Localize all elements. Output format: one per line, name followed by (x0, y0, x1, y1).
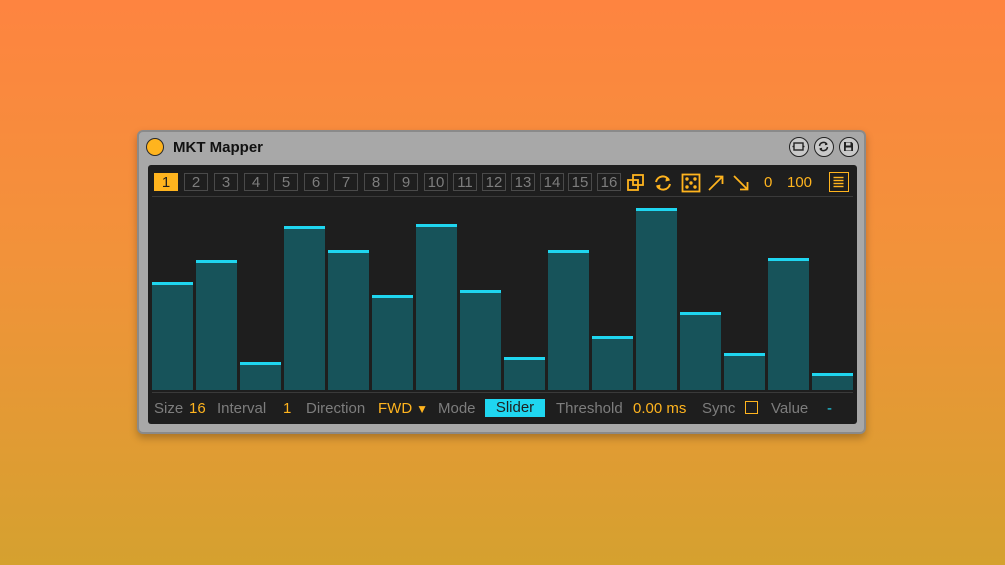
slot-6[interactable]: 6 (304, 173, 328, 191)
slot-13[interactable]: 13 (511, 173, 535, 191)
footer-divider (152, 392, 853, 393)
step-bar-8[interactable] (460, 290, 501, 390)
step-bar-4[interactable] (284, 226, 325, 390)
ramp-up-icon[interactable] (706, 173, 726, 193)
slot-10[interactable]: 10 (424, 173, 448, 191)
step-bars[interactable] (152, 200, 853, 390)
slot-15[interactable]: 15 (568, 173, 592, 191)
value-label: Value (771, 400, 809, 417)
step-bar-9[interactable] (504, 357, 545, 390)
step-bar-5[interactable] (328, 250, 369, 390)
step-bar-13[interactable] (680, 312, 721, 390)
slot-8[interactable]: 8 (364, 173, 388, 191)
interval-label: Interval (217, 400, 267, 417)
slot-5[interactable]: 5 (274, 173, 298, 191)
chevron-down-icon: ▼ (416, 402, 429, 416)
step-bar-cap (240, 362, 281, 365)
menu-icon[interactable] (829, 172, 849, 192)
max-value[interactable]: 100 (787, 174, 812, 191)
step-bar-cap (504, 357, 545, 360)
step-bar-7[interactable] (416, 224, 457, 390)
step-bar-cap (284, 226, 325, 229)
slot-4[interactable]: 4 (244, 173, 268, 191)
step-bar-cap (328, 250, 369, 253)
mkt-mapper-device: MKT Mapper 1 2 3 4 5 6 7 8 9 10 11 12 13… (137, 130, 866, 434)
threshold-label: Threshold (556, 400, 623, 417)
sequencer-panel: 1 2 3 4 5 6 7 8 9 10 11 12 13 14 15 16 0… (148, 165, 857, 424)
step-bar-cap (152, 282, 193, 285)
step-bar-cap (548, 250, 589, 253)
slot-11[interactable]: 11 (453, 173, 477, 191)
slot-toolbar: 1 2 3 4 5 6 7 8 9 10 11 12 13 14 15 16 0… (154, 171, 851, 193)
copy-icon[interactable] (626, 173, 646, 193)
slot-14[interactable]: 14 (540, 173, 564, 191)
parameter-footer: Size 16 Interval 1 Direction FWD ▼ Mode S… (154, 397, 851, 419)
device-power-toggle[interactable] (146, 138, 164, 156)
slot-12[interactable]: 12 (482, 173, 506, 191)
step-bar-12[interactable] (636, 208, 677, 390)
direction-value: FWD (378, 400, 413, 417)
direction-label: Direction (306, 400, 366, 417)
threshold-value[interactable]: 0.00 ms (633, 400, 686, 417)
device-title: MKT Mapper (173, 139, 263, 156)
step-bar-11[interactable] (592, 336, 633, 390)
mode-value[interactable]: Slider (485, 399, 545, 417)
mode-label: Mode (438, 400, 476, 417)
sync-label: Sync (702, 400, 736, 417)
slot-16[interactable]: 16 (597, 173, 621, 191)
cycle-icon[interactable] (653, 173, 673, 193)
slot-1[interactable]: 1 (154, 173, 178, 191)
step-bar-cap (636, 208, 677, 211)
step-bar-1[interactable] (152, 282, 193, 390)
refresh-icon[interactable] (814, 137, 834, 157)
map-icon[interactable] (789, 137, 809, 157)
step-bar-10[interactable] (548, 250, 589, 390)
step-bar-cap (196, 260, 237, 263)
min-value[interactable]: 0 (764, 174, 772, 191)
step-bar-cap (812, 373, 853, 376)
step-bar-cap (592, 336, 633, 339)
size-value[interactable]: 16 (189, 400, 206, 417)
toolbar-divider (152, 196, 853, 197)
step-bar-16[interactable] (812, 373, 853, 390)
step-bar-cap (768, 258, 809, 261)
slot-7[interactable]: 7 (334, 173, 358, 191)
step-bar-6[interactable] (372, 295, 413, 390)
save-icon[interactable] (839, 137, 859, 157)
sync-checkbox[interactable] (745, 401, 758, 414)
slot-9[interactable]: 9 (394, 173, 418, 191)
slot-3[interactable]: 3 (214, 173, 238, 191)
step-bar-14[interactable] (724, 353, 765, 390)
ramp-down-icon[interactable] (731, 173, 751, 193)
device-titlebar: MKT Mapper (139, 132, 864, 163)
step-bar-cap (680, 312, 721, 315)
step-bar-2[interactable] (196, 260, 237, 390)
step-bar-3[interactable] (240, 362, 281, 390)
size-label: Size (154, 400, 184, 417)
step-bar-cap (460, 290, 501, 293)
step-bar-15[interactable] (768, 258, 809, 390)
random-dice-icon[interactable] (681, 173, 701, 193)
step-bar-cap (724, 353, 765, 356)
interval-value[interactable]: 1 (283, 400, 291, 417)
direction-dropdown[interactable]: FWD ▼ (378, 400, 428, 417)
value-readout: - (827, 400, 832, 417)
slot-2[interactable]: 2 (184, 173, 208, 191)
step-bar-cap (372, 295, 413, 298)
step-bar-cap (416, 224, 457, 227)
